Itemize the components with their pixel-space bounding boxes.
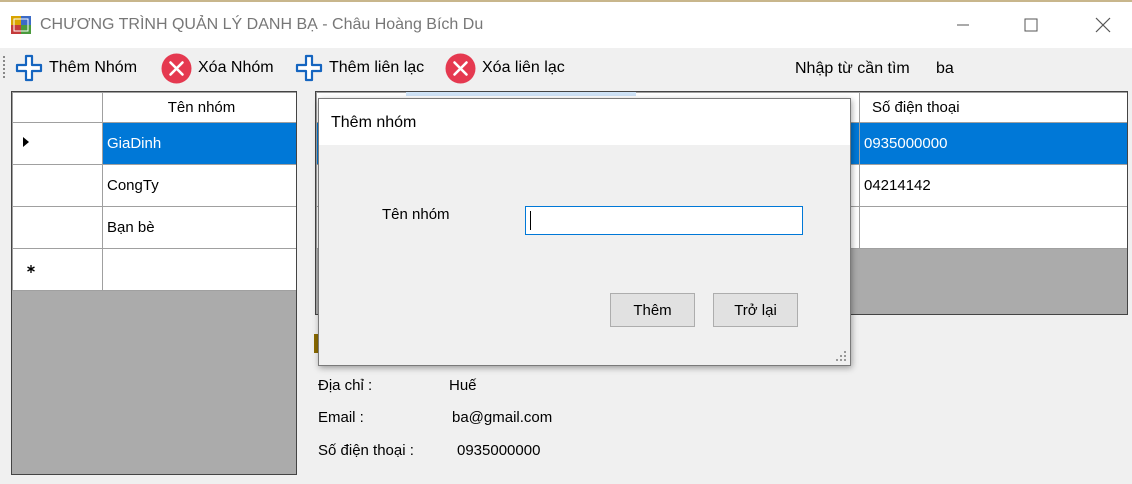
toolbar: Thêm Nhóm Xóa Nhóm Thêm liên lạc Xóa liê… — [0, 48, 1132, 88]
column-header-group-name[interactable]: Tên nhóm — [102, 92, 296, 123]
groups-header-row: Tên nhóm — [12, 92, 296, 123]
group-name-label: Tên nhóm — [382, 206, 450, 223]
table-row[interactable]: Bạn bè — [12, 206, 296, 249]
groups-table: Tên nhóm GiaDinh CongTy Bạn bè — [12, 92, 296, 291]
close-icon — [1095, 17, 1111, 33]
group-cell[interactable]: GiaDinh — [102, 122, 296, 165]
column-header-highlight — [406, 92, 636, 96]
phone-cell[interactable]: 0935000000 — [859, 122, 1127, 165]
resize-grip-icon[interactable] — [835, 350, 847, 362]
row-pointer-icon — [23, 137, 29, 147]
dialog-title: Thêm nhóm — [331, 114, 417, 131]
email-label: Email : — [318, 409, 364, 426]
plus-icon — [15, 54, 43, 82]
text-caret — [530, 211, 531, 230]
column-header-phone[interactable]: Số điện thoại — [859, 92, 1127, 123]
search-label: Nhập từ cần tìm — [795, 60, 910, 77]
table-row[interactable]: GiaDinh — [12, 122, 296, 165]
group-cell[interactable]: CongTy — [102, 164, 296, 207]
window-title: CHƯƠNG TRÌNH QUẢN LÝ DANH BẠ - Châu Hoàn… — [40, 16, 484, 33]
group-cell[interactable]: Bạn bè — [102, 206, 296, 249]
add-group-label: Thêm Nhóm — [49, 59, 138, 76]
delete-group-label: Xóa Nhóm — [198, 59, 274, 76]
group-cell-new[interactable] — [102, 248, 296, 291]
title-bar: CHƯƠNG TRÌNH QUẢN LÝ DANH BẠ - Châu Hoàn… — [0, 0, 1132, 48]
delete-contact-label: Xóa liên lạc — [482, 59, 565, 76]
row-header[interactable] — [12, 248, 103, 291]
group-name-input[interactable] — [525, 206, 803, 235]
close-button[interactable] — [1080, 2, 1126, 48]
delete-group-button[interactable]: Xóa Nhóm — [160, 53, 274, 83]
address-value: Huế — [449, 377, 477, 394]
dialog-title-bar[interactable]: Thêm nhóm — [319, 99, 850, 145]
new-row-asterisk-icon — [27, 265, 35, 273]
search-input[interactable] — [930, 56, 1130, 82]
groups-grid[interactable]: Tên nhóm GiaDinh CongTy Bạn bè — [11, 91, 297, 475]
phone-cell-new[interactable] — [859, 206, 1127, 249]
row-header[interactable] — [12, 164, 103, 207]
maximize-icon — [1024, 18, 1038, 32]
add-contact-button[interactable]: Thêm liên lạc — [294, 54, 424, 82]
delete-icon — [161, 53, 192, 83]
add-group-dialog: Thêm nhóm Tên nhóm Thêm Trở lại — [318, 98, 851, 366]
row-header-corner — [12, 92, 103, 123]
minimize-icon — [957, 24, 969, 26]
plus-icon — [295, 54, 323, 82]
delete-contact-button[interactable]: Xóa liên lạc — [444, 53, 565, 83]
delete-icon — [445, 53, 476, 83]
maximize-button[interactable] — [1008, 2, 1054, 48]
minimize-button[interactable] — [940, 2, 986, 48]
add-button[interactable]: Thêm — [610, 293, 695, 327]
phone-cell[interactable]: 04214142 — [859, 164, 1127, 207]
toolbar-grip[interactable] — [3, 56, 6, 78]
back-button[interactable]: Trở lại — [713, 293, 798, 327]
email-value: ba@gmail.com — [452, 409, 553, 426]
phone-value: 0935000000 — [457, 442, 541, 459]
app-icon — [11, 16, 31, 34]
table-row[interactable]: CongTy — [12, 164, 296, 207]
address-label: Địa chỉ : — [318, 377, 373, 394]
row-header[interactable] — [12, 122, 103, 165]
row-header[interactable] — [12, 206, 103, 249]
phone-label: Số điện thoại : — [318, 442, 414, 459]
add-contact-label: Thêm liên lạc — [329, 59, 425, 76]
add-group-button[interactable]: Thêm Nhóm — [14, 54, 137, 82]
new-row[interactable] — [12, 248, 296, 291]
